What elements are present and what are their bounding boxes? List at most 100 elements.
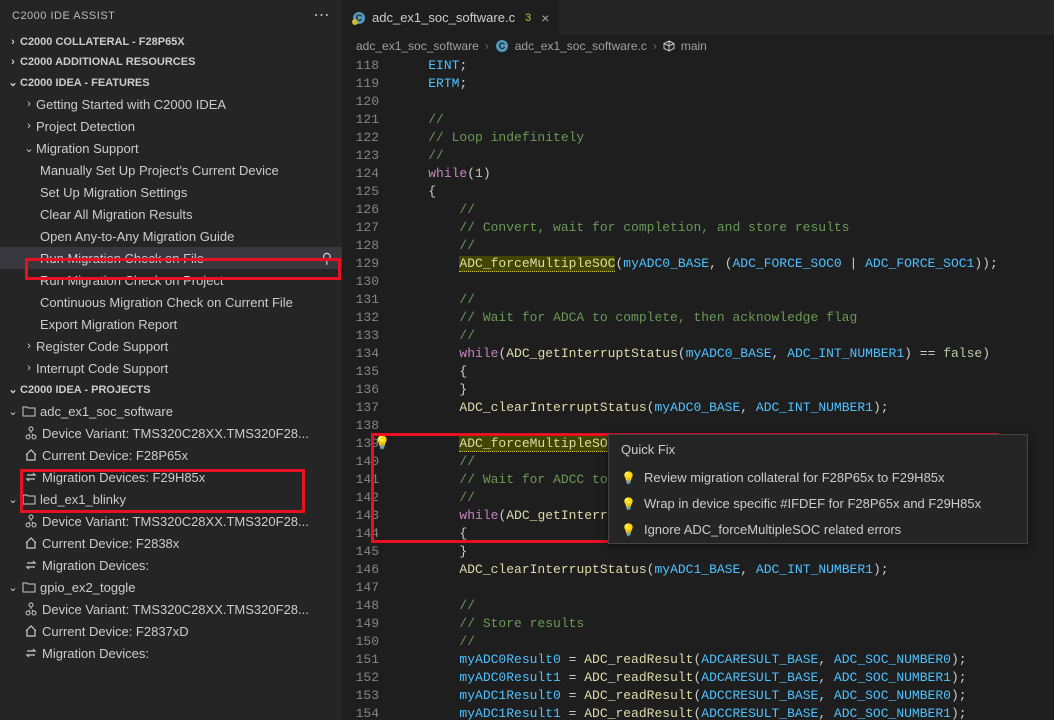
- project-detail[interactable]: Device Variant: TMS320C28XX.TMS320F28...: [0, 598, 342, 620]
- project-detail[interactable]: Device Variant: TMS320C28XX.TMS320F28...: [0, 422, 342, 444]
- code-line[interactable]: while(1): [397, 165, 1054, 183]
- code-line[interactable]: // Loop indefinitely: [397, 129, 1054, 147]
- quickfix-text: Wrap in device specific #IFDEF for F28P6…: [644, 495, 981, 513]
- project-row[interactable]: ⌄adc_ex1_soc_software: [0, 400, 342, 422]
- c-file-icon: C: [352, 11, 366, 25]
- cube-icon: [663, 40, 675, 52]
- section-header[interactable]: ⌄C2000 IDEA - PROJECTS: [0, 379, 342, 400]
- code-line[interactable]: }: [397, 381, 1054, 399]
- project-detail[interactable]: Migration Devices:: [0, 554, 342, 576]
- tree-item[interactable]: ⌄Migration Support: [0, 137, 342, 159]
- code-area[interactable]: 1181191201211221231241251261271281291301…: [342, 57, 1054, 720]
- line-gutter: 1181191201211221231241251261271281291301…: [342, 57, 397, 720]
- code-line[interactable]: //: [397, 201, 1054, 219]
- code-line[interactable]: //: [397, 111, 1054, 129]
- tree-item[interactable]: Clear All Migration Results: [0, 203, 342, 225]
- project-detail[interactable]: Migration Devices: F29H85x: [0, 466, 342, 488]
- tree-item[interactable]: ›Register Code Support: [0, 335, 342, 357]
- code-line[interactable]: //: [397, 327, 1054, 345]
- code-line[interactable]: myADC0Result0 = ADC_readResult(ADCARESUL…: [397, 651, 1054, 669]
- lightbulb-icon[interactable]: 💡: [374, 435, 390, 453]
- project-detail[interactable]: Current Device: F2837xD: [0, 620, 342, 642]
- detail-label: Migration Devices:: [42, 646, 149, 661]
- section-header[interactable]: ›C2000 COLLATERAL - F28P65X: [0, 32, 342, 52]
- code-line[interactable]: [397, 273, 1054, 291]
- tree-label: Run Migration Check on File: [40, 251, 204, 266]
- tree-item[interactable]: Open Any-to-Any Migration Guide: [0, 225, 342, 247]
- tree-label: Open Any-to-Any Migration Guide: [40, 229, 234, 244]
- tree-item[interactable]: ›Project Detection: [0, 115, 342, 137]
- code-line[interactable]: //: [397, 237, 1054, 255]
- tree-item[interactable]: Export Migration Report: [0, 313, 342, 335]
- tree-item[interactable]: Run Migration Check on File ⚲: [0, 247, 342, 269]
- tree-item[interactable]: ›Getting Started with C2000 IDEA: [0, 93, 342, 115]
- chevron-icon: ›: [22, 120, 36, 132]
- tree-item[interactable]: Run Migration Check on Project: [0, 269, 342, 291]
- project-detail[interactable]: Current Device: F2838x: [0, 532, 342, 554]
- tree-item[interactable]: Manually Set Up Project's Current Device: [0, 159, 342, 181]
- run-debug-icon[interactable]: ⚲: [322, 250, 332, 267]
- code-content[interactable]: EINT; ERTM; // // Loop indefinitely // w…: [397, 57, 1054, 720]
- tree-item[interactable]: Continuous Migration Check on Current Fi…: [0, 291, 342, 313]
- code-line[interactable]: ADC_clearInterruptStatus(myADC1_BASE, AD…: [397, 561, 1054, 579]
- sidebar: C2000 IDE ASSIST ⋯ ›C2000 COLLATERAL - F…: [0, 0, 342, 720]
- code-line[interactable]: EINT;: [397, 57, 1054, 75]
- detail-label: Current Device: F2838x: [42, 536, 179, 551]
- code-line[interactable]: //: [397, 597, 1054, 615]
- project-row[interactable]: ⌄led_ex1_blinky: [0, 488, 342, 510]
- swap-icon: [22, 645, 40, 661]
- sidebar-title-row[interactable]: C2000 IDE ASSIST ⋯: [0, 0, 342, 32]
- tree-label: Register Code Support: [36, 339, 168, 354]
- chevron-icon: ⌄: [6, 383, 20, 396]
- tree-label: Export Migration Report: [40, 317, 177, 332]
- project-detail[interactable]: Current Device: F28P65x: [0, 444, 342, 466]
- breadcrumb-folder[interactable]: adc_ex1_soc_software: [356, 39, 479, 53]
- code-line[interactable]: {: [397, 363, 1054, 381]
- section-header[interactable]: ›C2000 ADDITIONAL RESOURCES: [0, 52, 342, 72]
- quickfix-popup: Quick Fix 💡Review migration collateral f…: [608, 434, 1028, 544]
- code-line[interactable]: [397, 579, 1054, 597]
- section-label: C2000 COLLATERAL - F28P65X: [20, 36, 185, 48]
- breadcrumb-file[interactable]: adc_ex1_soc_software.c: [515, 39, 647, 53]
- code-line[interactable]: myADC1Result1 = ADC_readResult(ADCCRESUL…: [397, 705, 1054, 720]
- home-icon: [22, 447, 40, 463]
- variant-icon: [22, 513, 40, 529]
- code-line[interactable]: ADC_clearInterruptStatus(myADC0_BASE, AD…: [397, 399, 1054, 417]
- code-line[interactable]: myADC1Result0 = ADC_readResult(ADCCRESUL…: [397, 687, 1054, 705]
- quickfix-text: Ignore ADC_forceMultipleSOC related erro…: [644, 521, 901, 539]
- code-line[interactable]: // Convert, wait for completion, and sto…: [397, 219, 1054, 237]
- code-line[interactable]: //: [397, 147, 1054, 165]
- breadcrumb-symbol[interactable]: main: [681, 39, 707, 53]
- code-line[interactable]: myADC0Result1 = ADC_readResult(ADCARESUL…: [397, 669, 1054, 687]
- breadcrumb[interactable]: adc_ex1_soc_software › C adc_ex1_soc_sof…: [342, 35, 1054, 57]
- home-icon: [22, 535, 40, 551]
- tree-item[interactable]: ›Interrupt Code Support: [0, 357, 342, 379]
- tree-label: Continuous Migration Check on Current Fi…: [40, 295, 293, 310]
- code-line[interactable]: //: [397, 291, 1054, 309]
- lightbulb-icon: 💡: [621, 469, 636, 487]
- tab-bar: C adc_ex1_soc_software.c 3 ×: [342, 0, 1054, 35]
- quickfix-item[interactable]: 💡 Wrap in device specific #IFDEF for F28P…: [609, 491, 1027, 517]
- project-row[interactable]: ⌄gpio_ex2_toggle: [0, 576, 342, 598]
- code-line[interactable]: ADC_forceMultipleSOC(myADC0_BASE, (ADC_F…: [397, 255, 1054, 273]
- code-line[interactable]: ERTM;: [397, 75, 1054, 93]
- close-icon[interactable]: ×: [541, 10, 549, 26]
- code-line[interactable]: //: [397, 633, 1054, 651]
- lightbulb-icon: 💡: [621, 495, 636, 513]
- code-line[interactable]: // Store results: [397, 615, 1054, 633]
- tree-item[interactable]: Set Up Migration Settings: [0, 181, 342, 203]
- section-header[interactable]: ⌄C2000 IDEA - FEATURES: [0, 72, 342, 93]
- code-line[interactable]: // Wait for ADCA to complete, then ackno…: [397, 309, 1054, 327]
- code-line[interactable]: [397, 93, 1054, 111]
- quickfix-item[interactable]: 💡Ignore ADC_forceMultipleSOC related err…: [609, 517, 1027, 543]
- quickfix-item[interactable]: 💡Review migration collateral for F28P65x…: [609, 465, 1027, 491]
- detail-label: Device Variant: TMS320C28XX.TMS320F28...: [42, 602, 309, 617]
- code-line[interactable]: [397, 417, 1054, 435]
- tab-file[interactable]: C adc_ex1_soc_software.c 3 ×: [342, 0, 559, 35]
- project-detail[interactable]: Device Variant: TMS320C28XX.TMS320F28...: [0, 510, 342, 532]
- code-line[interactable]: }: [397, 543, 1054, 561]
- code-line[interactable]: while(ADC_getInterruptStatus(myADC0_BASE…: [397, 345, 1054, 363]
- code-line[interactable]: {: [397, 183, 1054, 201]
- more-icon[interactable]: ⋯: [314, 8, 331, 24]
- project-detail[interactable]: Migration Devices:: [0, 642, 342, 664]
